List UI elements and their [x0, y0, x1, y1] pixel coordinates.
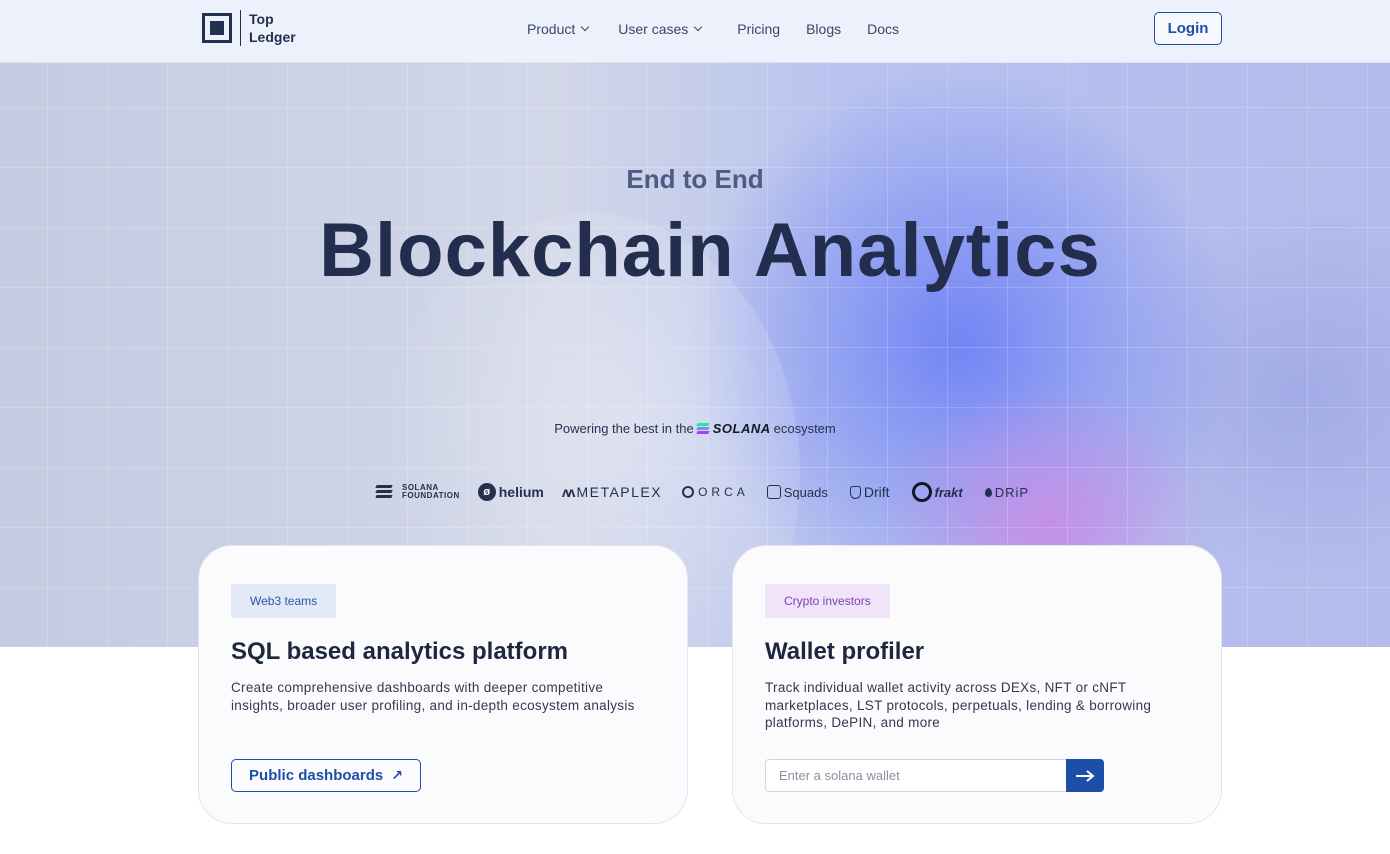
logo-divider [240, 10, 241, 46]
chevron-down-icon [581, 22, 590, 31]
logo-mark-icon [202, 13, 232, 43]
partner-squads: Squads [766, 484, 828, 500]
solana-logo-icon [696, 423, 710, 434]
main-menu: Product User cases Pricing Blogs Docs [527, 0, 899, 57]
helium-logo-icon: ø [477, 483, 496, 501]
brand-name-line1: Top [249, 11, 274, 27]
chevron-down-icon [694, 22, 703, 31]
solana-foundation-line2: FOUNDATION [402, 491, 460, 500]
hero-eyebrow: End to End [626, 164, 764, 194]
solana-foundation-wordmark: SOLANA FOUNDATION [402, 484, 460, 500]
audience-tag: Crypto investors [765, 584, 890, 618]
card-sql-analytics: Web3 teams SQL based analytics platform … [198, 545, 688, 824]
card-title: Wallet profiler [765, 638, 925, 665]
powering-suffix: ecosystem [773, 421, 836, 436]
hero-headline: Blockchain Analytics [319, 208, 1101, 293]
powering-prefix: Powering the best in the [554, 421, 694, 436]
public-dashboards-label: Public dashboards [249, 767, 384, 784]
card-wallet-profiler: Crypto investors Wallet profiler Track i… [732, 545, 1222, 824]
public-dashboards-button[interactable]: Public dashboards ↗ [231, 759, 421, 792]
drip-wordmark: DRiP [994, 484, 1030, 500]
partner-logos: SOLANA FOUNDATION ø helium ʌʌ METAPLEX O… [375, 481, 1030, 503]
card-description: Create comprehensive dashboards with dee… [231, 680, 635, 713]
frakt-logo-icon [911, 482, 932, 502]
drip-logo-icon [984, 487, 992, 497]
drift-wordmark: Drift [863, 484, 890, 500]
nav-pricing[interactable]: Pricing [737, 21, 780, 37]
metaplex-wordmark: METAPLEX [576, 484, 663, 500]
orca-wordmark: ORCA [698, 485, 749, 499]
wallet-address-input[interactable] [765, 759, 1066, 792]
drift-logo-icon [849, 485, 861, 499]
partner-frakt: frakt [911, 482, 963, 502]
partner-orca: ORCA [682, 485, 749, 499]
solana-foundation-logo-icon [375, 485, 393, 499]
solana-wordmark: SOLANA [712, 421, 771, 436]
solana-badge: SOLANA [696, 421, 771, 436]
nav-product[interactable]: Product [527, 20, 590, 37]
wallet-search-form [765, 759, 1105, 792]
brand-logo[interactable]: Top Ledger [202, 10, 296, 46]
partner-drift: Drift [849, 484, 890, 500]
nav-user-cases[interactable]: User cases [618, 20, 703, 37]
arrow-up-right-icon: ↗ [391, 767, 403, 783]
audience-tag: Web3 teams [231, 584, 337, 618]
metaplex-logo-icon: ʌʌ [561, 484, 576, 500]
partner-metaplex: ʌʌ METAPLEX [562, 484, 662, 500]
partner-drip: DRiP [984, 484, 1030, 500]
helium-wordmark: helium [498, 484, 544, 500]
partner-helium: ø helium [477, 483, 544, 501]
powering-line: Powering the best in the SOLANA ecosyste… [0, 421, 1390, 436]
login-button[interactable]: Login [1154, 12, 1222, 45]
orca-logo-icon [682, 486, 695, 498]
partner-solana-foundation: SOLANA FOUNDATION [375, 484, 460, 500]
brand-name: Top Ledger [249, 10, 296, 46]
nav-docs-label: Docs [867, 20, 900, 37]
wallet-submit-button[interactable] [1066, 759, 1104, 792]
top-navbar: Top Ledger Product User cases Pricing Bl… [0, 0, 1390, 63]
brand-name-line2: Ledger [249, 29, 296, 45]
nav-pricing-label: Pricing [737, 20, 781, 37]
nav-product-label: Product [527, 20, 576, 37]
arrow-right-icon [1076, 769, 1095, 782]
card-description: Track individual wallet activity across … [765, 680, 1152, 730]
squads-logo-icon [766, 485, 781, 499]
nav-blogs-label: Blogs [806, 20, 842, 37]
card-title: SQL based analytics platform [231, 638, 568, 665]
nav-user-cases-label: User cases [618, 20, 689, 37]
frakt-wordmark: frakt [934, 484, 963, 500]
nav-blogs[interactable]: Blogs [806, 21, 841, 37]
nav-docs[interactable]: Docs [867, 21, 899, 37]
squads-wordmark: Squads [783, 484, 828, 500]
